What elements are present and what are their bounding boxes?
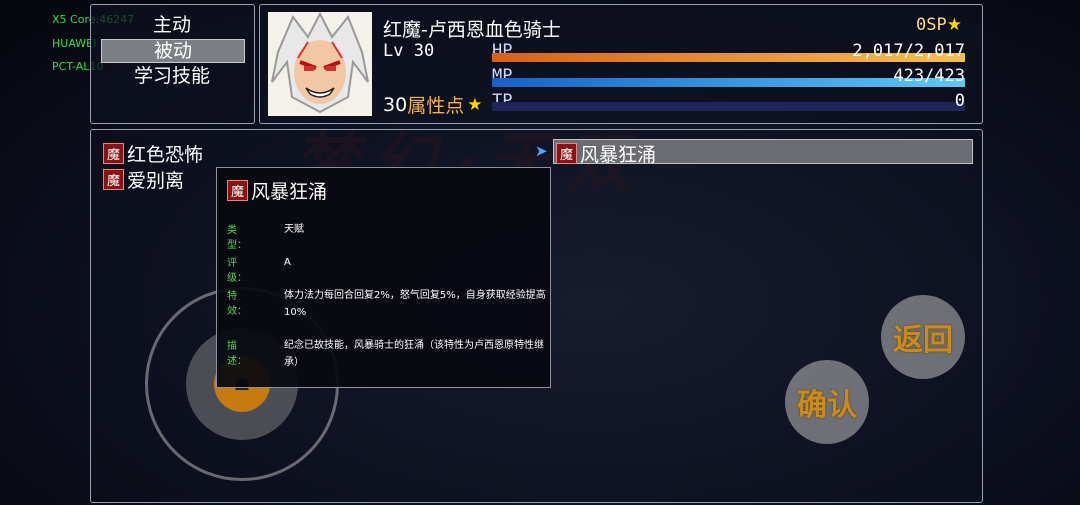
- double-star-icon: ★: [946, 15, 962, 35]
- attribute-points: 30 属性点 ★: [383, 91, 482, 118]
- character-status-panel: 红魔-卢西恩血色骑士 Lv 30 30 属性点 ★ 0SP ★ HP 2,017…: [259, 4, 983, 124]
- skill-item-separation[interactable]: 魔 爱别离: [103, 166, 184, 193]
- skill-name: 风暴狂涌: [580, 144, 657, 166]
- tp-value: 0: [954, 91, 965, 111]
- character-level: Lv 30: [383, 41, 435, 61]
- skill-item-storm-surge[interactable]: 魔 风暴狂涌: [553, 139, 973, 167]
- menu-active-skills[interactable]: 主动: [101, 14, 243, 36]
- character-portrait: [268, 12, 372, 116]
- attribute-points-value: 30: [383, 93, 408, 116]
- tooltip-key: 评级：: [227, 258, 247, 284]
- skill-name: 爱别离: [127, 170, 185, 192]
- sp-counter: 0SP ★: [916, 15, 962, 35]
- skill-icon: 魔: [103, 169, 124, 190]
- sp-value: 0SP: [916, 15, 947, 35]
- confirm-button[interactable]: 确认: [785, 360, 869, 444]
- hp-value: 2,017/2,017: [852, 41, 965, 61]
- skill-icon: 魔: [227, 180, 248, 201]
- tooltip-key: 描述：: [227, 341, 247, 367]
- skill-icon: 魔: [103, 143, 124, 164]
- menu-learn-skills[interactable]: 学习技能: [101, 65, 243, 87]
- character-name: 红魔-卢西恩血色骑士: [383, 19, 561, 41]
- tooltip-value: 纪念已故技能，风暴骑士的狂涌（该特性为卢西恩原特性继承）: [284, 340, 544, 368]
- tooltip-value: 体力法力每回合回复2%，怒气回复5%，自身获取经验提高10%: [284, 290, 546, 318]
- tooltip-title-text: 风暴狂涌: [251, 181, 328, 203]
- menu-passive-skills[interactable]: 被动: [101, 39, 245, 63]
- tooltip-value: 天赋: [284, 224, 304, 235]
- skill-item-red-terror[interactable]: 魔 红色恐怖: [103, 140, 203, 167]
- tooltip-key: 特效：: [227, 291, 247, 317]
- tooltip-key: 类型：: [227, 225, 247, 251]
- skill-tooltip: 魔 风暴狂涌 类型： 天赋 评级： A 特效： 体力法力每回合回复2%，怒气回复…: [216, 167, 551, 388]
- star-icon: ★: [467, 94, 483, 115]
- skill-type-menu: 主动 被动 学习技能: [90, 4, 255, 124]
- back-button[interactable]: 返回: [881, 295, 965, 379]
- mp-value: 423/423: [893, 66, 965, 86]
- tooltip-title: 魔 风暴狂涌: [227, 177, 327, 204]
- attribute-points-label: 属性点: [407, 95, 465, 117]
- skill-row: 魔 风暴狂涌: [556, 140, 656, 167]
- skill-name: 红色恐怖: [127, 144, 204, 166]
- tooltip-value: A: [284, 257, 291, 268]
- skill-icon: 魔: [556, 143, 577, 164]
- cursor-arrow-icon: ➤: [535, 142, 548, 160]
